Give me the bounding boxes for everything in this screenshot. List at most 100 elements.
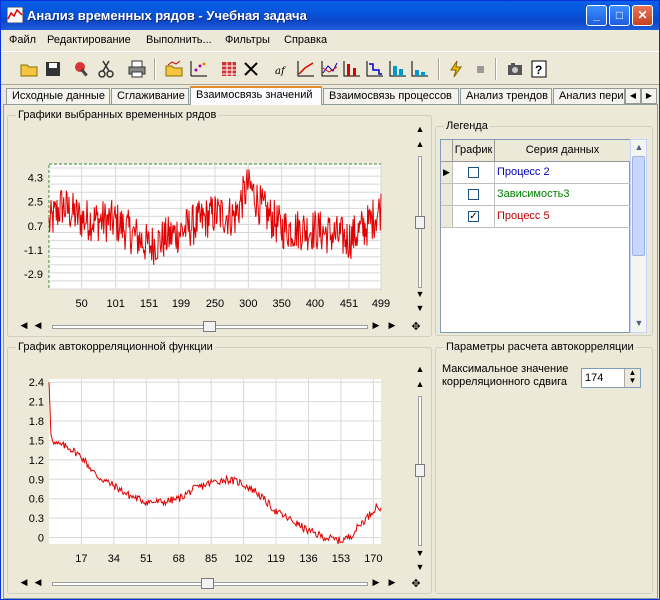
bar-chart-icon[interactable] xyxy=(341,58,363,80)
tab-smoothing[interactable]: Сглаживание xyxy=(111,88,189,105)
scroll-right-icon[interactable]: ▶ xyxy=(386,320,398,331)
acf-hscroll[interactable]: ◀ ◀ ▶ ▶ ✥ xyxy=(18,577,428,591)
move-cross-icon[interactable]: ✥ xyxy=(410,577,422,590)
step-chart-icon[interactable] xyxy=(364,58,386,80)
svg-text:af: af xyxy=(275,66,287,77)
stop-square-icon[interactable] xyxy=(469,58,491,80)
plot-checkbox[interactable] xyxy=(468,167,479,178)
minimize-button[interactable]: _ xyxy=(586,5,607,26)
row-header-cell[interactable] xyxy=(441,206,453,228)
acf-y-tick: 0.3 xyxy=(29,513,44,525)
scroll-down-icon[interactable]: ▼ xyxy=(414,303,426,313)
vscroll-thumb[interactable] xyxy=(415,216,425,229)
scroll-down-icon[interactable]: ▼ xyxy=(414,289,426,299)
hscroll-thumb[interactable] xyxy=(203,321,216,332)
tab-process-relations[interactable]: Взаимосвязь процессов xyxy=(323,88,459,105)
line-chart-icon[interactable] xyxy=(295,58,317,80)
max-lag-label-line1: Максимальное значение xyxy=(442,363,569,375)
scroll-left-icon[interactable]: ◀ xyxy=(32,577,44,588)
legend-vscroll[interactable]: ▲ ▼ xyxy=(630,139,647,333)
cut-scissors-icon[interactable] xyxy=(95,58,117,80)
acf-x-tick: 51 xyxy=(140,553,152,564)
scroll-up-icon[interactable]: ▲ xyxy=(414,139,426,149)
scroll-up-icon[interactable]: ▲ xyxy=(414,124,426,134)
camera-icon[interactable] xyxy=(504,58,526,80)
bar-low-icon[interactable] xyxy=(409,58,431,80)
acf-x-tick: 102 xyxy=(234,553,252,564)
plot-checkbox[interactable] xyxy=(468,189,479,200)
folder-chart-icon[interactable] xyxy=(163,58,185,80)
plot-checkbox[interactable]: ✓ xyxy=(468,211,479,222)
spin-arrows-icon[interactable]: ▲ ▼ xyxy=(624,369,640,387)
scroll-down-icon[interactable]: ▼ xyxy=(414,548,426,558)
menu-filters[interactable]: Фильтры xyxy=(225,34,270,46)
open-folder-icon[interactable] xyxy=(18,58,40,80)
max-lag-input[interactable]: 174 xyxy=(585,372,603,384)
params-group: Параметры расчета автокорреляции Максима… xyxy=(435,341,653,594)
acf-x-tick: 119 xyxy=(267,553,285,564)
scroll-up-icon[interactable]: ▲ xyxy=(414,364,426,374)
series-y-tick: 4.3 xyxy=(28,172,43,184)
tab-period-analysis[interactable]: Анализ пери xyxy=(553,88,625,105)
scroll-up-icon[interactable]: ▲ xyxy=(414,379,426,389)
tab-value-relations[interactable]: Взаимосвязь значений xyxy=(190,86,322,105)
series-x-tick: 400 xyxy=(306,298,324,309)
grid-table-icon[interactable] xyxy=(218,58,240,80)
acf-y-tick: 1.8 xyxy=(29,416,44,428)
vscroll-thumb[interactable] xyxy=(415,464,425,477)
title-bar[interactable]: Анализ временных рядов - Учебная задача … xyxy=(1,1,659,30)
tab-scroll-left-icon[interactable]: ◀ xyxy=(625,88,641,104)
menu-edit[interactable]: Редактирование xyxy=(47,34,131,46)
acf-y-tick: 2.1 xyxy=(29,397,44,409)
legend-scroll-thumb[interactable] xyxy=(632,156,645,256)
params-title: Параметры расчета автокорреляции xyxy=(444,341,636,353)
series-vscroll[interactable]: ▲ ▲ ▼ ▼ xyxy=(412,124,428,314)
scroll-left-icon[interactable]: ◀ xyxy=(32,320,44,331)
save-disk-icon[interactable] xyxy=(42,58,64,80)
scroll-down-icon[interactable]: ▼ xyxy=(414,562,426,572)
hscroll-thumb[interactable] xyxy=(201,578,214,589)
menu-run[interactable]: Выполнить... xyxy=(146,34,212,46)
scroll-right-icon[interactable]: ▶ xyxy=(370,320,382,331)
help-icon[interactable]: ? xyxy=(528,58,550,80)
scroll-left-icon[interactable]: ◀ xyxy=(18,320,30,331)
settings-tool-icon[interactable] xyxy=(71,58,93,80)
toolbar-separator xyxy=(495,58,497,80)
acf-vscroll[interactable]: ▲ ▲ ▼ ▼ xyxy=(412,364,428,574)
series-x-tick: 50 xyxy=(76,298,88,309)
series-name-cell[interactable]: Процесс 2 xyxy=(495,162,631,184)
move-cross-icon[interactable]: ✥ xyxy=(410,320,422,333)
scroll-right-icon[interactable]: ▶ xyxy=(386,577,398,588)
scroll-up-icon[interactable]: ▲ xyxy=(633,142,645,152)
col-header-series[interactable]: Серия данных xyxy=(495,140,631,162)
scatter-icon[interactable] xyxy=(188,58,210,80)
scroll-right-icon[interactable]: ▶ xyxy=(370,577,382,588)
bar-blue-icon[interactable] xyxy=(387,58,409,80)
acf-x-tick: 17 xyxy=(75,553,87,564)
menu-file[interactable]: Файл xyxy=(9,34,36,46)
tab-scroll-right-icon[interactable]: ▶ xyxy=(641,88,657,104)
series-hscroll[interactable]: ◀ ◀ ▶ ▶ ✥ xyxy=(18,320,428,334)
print-icon[interactable] xyxy=(126,58,148,80)
plot-cell xyxy=(453,162,495,184)
acf-x-tick: 68 xyxy=(173,553,185,564)
series-name-cell[interactable]: Процесс 5 xyxy=(495,206,631,228)
formula-af-icon[interactable]: af xyxy=(271,58,293,80)
maximize-button[interactable]: □ xyxy=(609,5,630,26)
row-header-cell[interactable] xyxy=(441,184,453,206)
row-header-cell[interactable]: ▶ xyxy=(441,162,453,184)
tab-trend-analysis[interactable]: Анализ трендов xyxy=(460,88,552,105)
series-y-tick: 2.5 xyxy=(28,197,43,209)
multi-line-icon[interactable] xyxy=(319,58,341,80)
max-lag-spinbox[interactable]: 174 ▲ ▼ xyxy=(581,368,641,388)
tab-source-data[interactable]: Исходные данные xyxy=(6,88,110,105)
menu-help[interactable]: Справка xyxy=(284,34,327,46)
close-button[interactable]: ✕ xyxy=(632,5,653,26)
acf-chart-title: График автокорреляционной функции xyxy=(16,341,215,353)
run-lightning-icon[interactable] xyxy=(445,58,467,80)
scroll-left-icon[interactable]: ◀ xyxy=(18,577,30,588)
scroll-down-icon[interactable]: ▼ xyxy=(633,318,645,328)
delete-x-icon[interactable] xyxy=(240,58,262,80)
series-name-cell[interactable]: Зависимость3 xyxy=(495,184,631,206)
col-header-plot[interactable]: График xyxy=(453,140,495,162)
